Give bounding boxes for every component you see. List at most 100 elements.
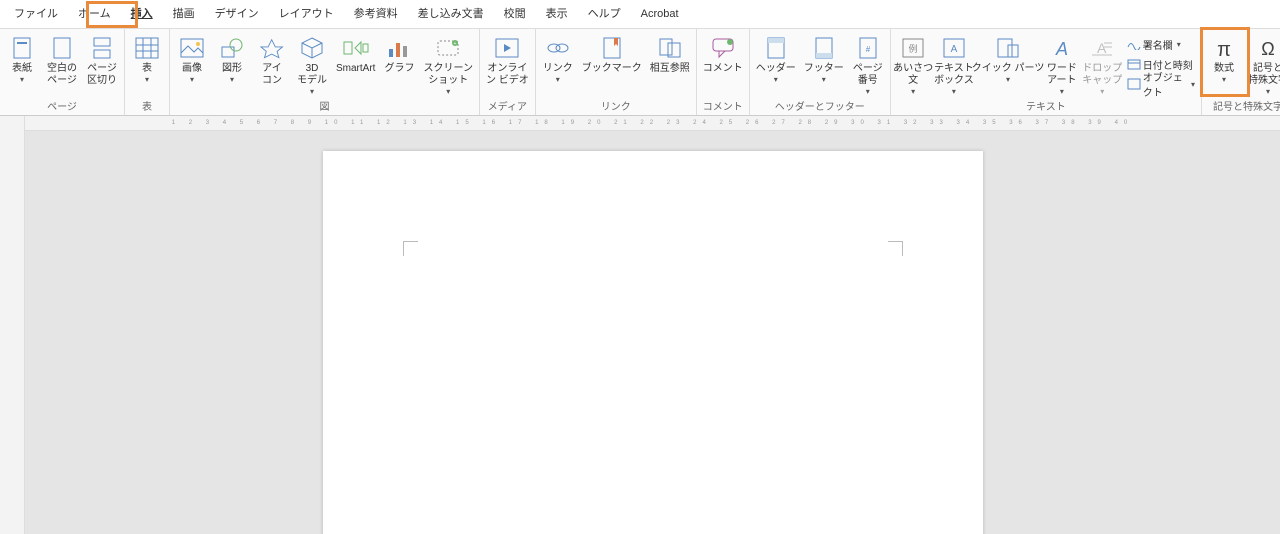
screenshot-button[interactable]: + スクリーン ショット▾ xyxy=(419,31,477,101)
picture-icon xyxy=(179,35,205,61)
ribbon-tabs: ファイル ホーム 挿入 描画 デザイン レイアウト 参考資料 差し込み文書 校閲… xyxy=(0,0,1280,29)
header-icon xyxy=(763,35,789,61)
group-label-comments: コメント xyxy=(699,101,747,115)
table-icon xyxy=(134,35,160,61)
group-tables: 表▾ 表 xyxy=(125,29,170,115)
tab-review[interactable]: 校閲 xyxy=(494,0,536,28)
drop-cap-button[interactable]: A ドロップ キャップ▾ xyxy=(1082,31,1123,101)
svg-text:π: π xyxy=(1217,39,1231,60)
svg-text:A: A xyxy=(951,44,958,55)
svg-text:Ω: Ω xyxy=(1261,39,1274,59)
shapes-icon xyxy=(219,35,245,61)
document-canvas[interactable] xyxy=(25,131,1280,534)
page-number-button[interactable]: # ページ 番号▾ xyxy=(848,31,888,101)
cover-page-button[interactable]: 表紙▾ xyxy=(2,31,42,101)
group-label-text: テキスト xyxy=(893,101,1199,115)
greeting-icon: 例 xyxy=(900,35,926,61)
shapes-button[interactable]: 図形▾ xyxy=(212,31,252,101)
text-box-button[interactable]: A テキスト ボックス▾ xyxy=(934,31,975,101)
svg-text:例: 例 xyxy=(909,43,918,54)
tab-references[interactable]: 参考資料 xyxy=(344,0,408,28)
signature-line-button[interactable]: 署名欄▾ xyxy=(1125,35,1197,53)
pi-icon: π xyxy=(1211,35,1237,61)
tab-layout[interactable]: レイアウト xyxy=(269,0,344,28)
group-comments: コメント コメント xyxy=(697,29,750,115)
svg-text:#: # xyxy=(866,45,871,54)
tab-view[interactable]: 表示 xyxy=(536,0,578,28)
wordart-icon: A xyxy=(1049,35,1075,61)
tab-acrobat[interactable]: Acrobat xyxy=(631,0,689,28)
link-icon xyxy=(545,35,571,61)
smartart-icon xyxy=(343,35,369,61)
page[interactable] xyxy=(323,151,983,534)
ruler-numbers: 1 2 3 4 5 6 7 8 9 10 11 12 13 14 15 16 1… xyxy=(172,120,1134,126)
quick-parts-button[interactable]: クイック パーツ▾ xyxy=(974,31,1042,101)
link-button[interactable]: リンク▾ xyxy=(538,31,578,101)
group-label-symbols: 記号と特殊文字 xyxy=(1204,101,1280,115)
bookmark-button[interactable]: ブックマーク xyxy=(578,31,646,101)
group-label-pages: ページ xyxy=(2,101,122,115)
tab-file[interactable]: ファイル xyxy=(4,0,68,28)
dropcap-icon: A xyxy=(1089,35,1115,61)
signature-icon xyxy=(1127,37,1141,51)
calendar-icon xyxy=(1127,57,1141,71)
group-media: オンライ ン ビデオ メディア xyxy=(480,29,536,115)
comment-icon xyxy=(710,35,736,61)
tab-draw[interactable]: 描画 xyxy=(163,0,205,28)
crossref-icon xyxy=(657,35,683,61)
group-label-header-footer: ヘッダーとフッター xyxy=(752,101,888,115)
svg-text:A: A xyxy=(1055,39,1068,59)
smartart-button[interactable]: SmartArt xyxy=(332,31,379,101)
blank-page-icon xyxy=(49,35,75,61)
footer-icon xyxy=(811,35,837,61)
footer-button[interactable]: フッター▾ xyxy=(800,31,848,101)
tab-mailings[interactable]: 差し込み文書 xyxy=(408,0,494,28)
group-symbols: π 数式▾ Ω 記号と 特殊文字▾ 記号と特殊文字 xyxy=(1202,29,1280,115)
group-label-links: リンク xyxy=(538,101,694,115)
object-button[interactable]: オブジェクト▾ xyxy=(1125,75,1197,93)
tab-insert[interactable]: 挿入 xyxy=(121,0,163,28)
equation-button[interactable]: π 数式▾ xyxy=(1204,31,1244,101)
group-illustrations: 画像▾ 図形▾ アイ コン 3D モデル▾ SmartArt グラフ xyxy=(170,29,480,115)
pictures-button[interactable]: 画像▾ xyxy=(172,31,212,101)
svg-text:+: + xyxy=(454,41,457,47)
group-text: 例 あいさつ 文▾ A テキスト ボックス▾ クイック パーツ▾ A ワード ア… xyxy=(891,29,1202,115)
3d-models-button[interactable]: 3D モデル▾ xyxy=(292,31,332,101)
header-button[interactable]: ヘッダー▾ xyxy=(752,31,800,101)
chart-icon xyxy=(386,35,412,61)
margin-corner-tr xyxy=(888,241,903,256)
blank-page-button[interactable]: 空白の ページ xyxy=(42,31,82,101)
document-area: 1 2 3 4 5 6 7 8 9 10 11 12 13 14 15 16 1… xyxy=(0,116,1280,534)
tab-design[interactable]: デザイン xyxy=(205,0,269,28)
symbol-button[interactable]: Ω 記号と 特殊文字▾ xyxy=(1244,31,1280,101)
group-pages: 表紙▾ 空白の ページ ページ 区切り ページ xyxy=(0,29,125,115)
online-video-button[interactable]: オンライ ン ビデオ xyxy=(482,31,533,101)
screenshot-icon: + xyxy=(435,35,461,61)
tab-home[interactable]: ホーム xyxy=(68,0,121,28)
page-number-icon: # xyxy=(855,35,881,61)
comment-button[interactable]: コメント xyxy=(699,31,747,101)
omega-icon: Ω xyxy=(1255,35,1280,61)
textbox-icon: A xyxy=(941,35,967,61)
page-icon xyxy=(9,35,35,61)
margin-corner-tl xyxy=(403,241,418,256)
svg-text:A: A xyxy=(1097,40,1107,56)
video-icon xyxy=(494,35,520,61)
tab-help[interactable]: ヘルプ xyxy=(578,0,631,28)
page-break-button[interactable]: ページ 区切り xyxy=(82,31,122,101)
group-label-illustrations: 図 xyxy=(172,101,477,115)
vertical-ruler[interactable] xyxy=(0,116,25,534)
greeting-button[interactable]: 例 あいさつ 文▾ xyxy=(893,31,934,101)
quickparts-icon xyxy=(995,35,1021,61)
chart-button[interactable]: グラフ xyxy=(379,31,419,101)
ribbon: 表紙▾ 空白の ページ ページ 区切り ページ xyxy=(0,29,1280,116)
cross-reference-button[interactable]: 相互参照 xyxy=(646,31,694,101)
object-icon xyxy=(1127,77,1141,91)
table-button[interactable]: 表▾ xyxy=(127,31,167,101)
horizontal-ruler[interactable]: 1 2 3 4 5 6 7 8 9 10 11 12 13 14 15 16 1… xyxy=(25,116,1280,131)
icons-button[interactable]: アイ コン xyxy=(252,31,292,101)
group-label-tables: 表 xyxy=(127,101,167,115)
page-break-icon xyxy=(89,35,115,61)
group-header-footer: ヘッダー▾ フッター▾ # ページ 番号▾ ヘッダーとフッター xyxy=(750,29,891,115)
wordart-button[interactable]: A ワード アート▾ xyxy=(1042,31,1082,101)
